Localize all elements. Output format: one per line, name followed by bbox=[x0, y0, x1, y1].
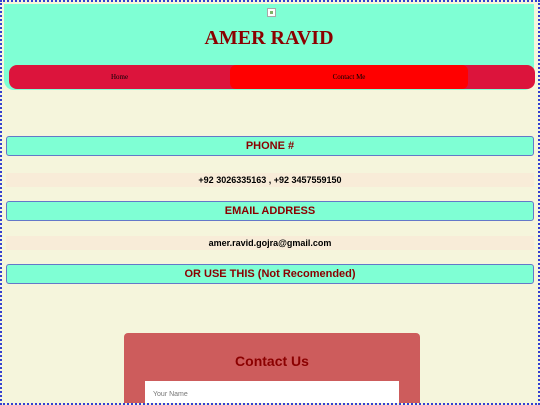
site-title: AMER RAVID bbox=[204, 27, 334, 49]
broken-image-icon bbox=[267, 8, 276, 17]
nav-item-home[interactable]: Home bbox=[9, 65, 230, 89]
site-header: AMER RAVID Home Contact Me bbox=[4, 4, 535, 90]
alternate-heading: OR USE THIS (Not Recomended) bbox=[6, 264, 534, 284]
email-address: amer.ravid.gojra@gmail.com bbox=[6, 236, 534, 250]
page: AMER RAVID Home Contact Me PHONE # +92 3… bbox=[0, 0, 540, 405]
contact-form: Contact Us bbox=[124, 333, 420, 403]
phone-numbers: +92 3026335163 , +92 3457559150 bbox=[6, 173, 534, 187]
name-input[interactable] bbox=[145, 381, 399, 403]
nav-bar: Home Contact Me bbox=[9, 65, 535, 89]
phone-heading: PHONE # bbox=[6, 136, 534, 156]
email-heading: EMAIL ADDRESS bbox=[6, 201, 534, 221]
contact-form-title: Contact Us bbox=[235, 353, 309, 369]
nav-item-contact-me[interactable]: Contact Me bbox=[230, 65, 468, 89]
